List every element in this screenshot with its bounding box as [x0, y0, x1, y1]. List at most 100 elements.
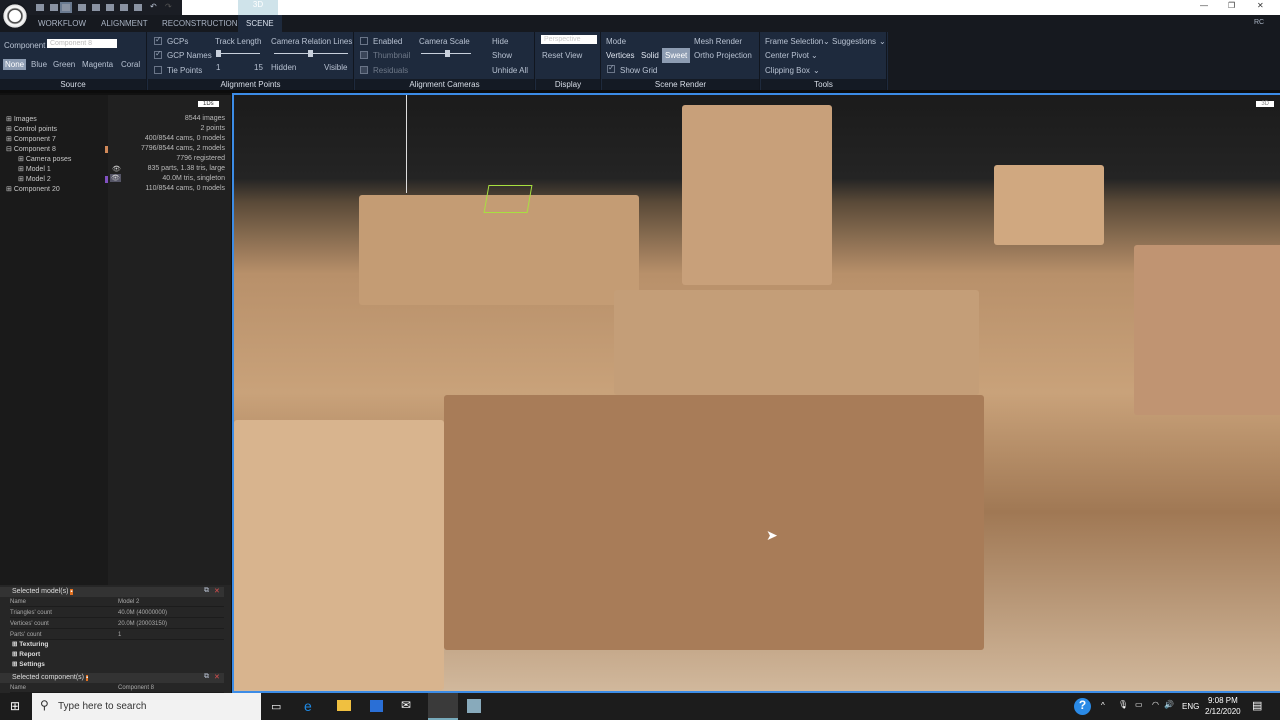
tree-value: 400/8544 cams, 0 models: [144, 135, 225, 142]
tree-mode-button[interactable]: 1Ds: [198, 101, 219, 107]
clipping-box-button[interactable]: Clipping Box: [765, 66, 810, 75]
tab-scene[interactable]: SCENE: [238, 15, 282, 32]
tie-points-checkbox[interactable]: [154, 66, 162, 74]
show-grid-checkbox[interactable]: [607, 63, 615, 73]
undock-icon[interactable]: ⧉: [204, 587, 209, 595]
mail-icon[interactable]: ✉: [401, 698, 411, 712]
layout-icon[interactable]: [60, 2, 72, 13]
layout-icon[interactable]: [50, 4, 58, 11]
battery-icon[interactable]: ▭: [1135, 700, 1143, 709]
undock-icon[interactable]: ⧉: [204, 673, 209, 681]
thumbnail-checkbox[interactable]: [360, 51, 368, 59]
quick-tab-3d[interactable]: 3D: [238, 0, 278, 15]
ribbon-filler: [888, 32, 1280, 90]
eye-icon[interactable]: 👁: [110, 174, 121, 182]
suggestions-button[interactable]: Suggestions: [832, 37, 876, 46]
tree-item-control-points[interactable]: ⊞ Control points: [6, 125, 57, 133]
selected-model-header[interactable]: Selected model(s) ▪: [0, 587, 224, 597]
redo-icon[interactable]: ↷: [165, 2, 172, 11]
windows-start-icon[interactable]: ⊞: [10, 699, 20, 713]
taskbar-search[interactable]: ⚲ Type here to search: [32, 693, 261, 720]
color-blue[interactable]: Blue: [31, 60, 47, 69]
edge-icon[interactable]: e: [304, 698, 312, 714]
layout-icon[interactable]: [120, 4, 128, 11]
projection-dropdown[interactable]: Perspective: [541, 35, 597, 44]
layout-icon[interactable]: [36, 4, 44, 11]
property-row: Triangles' count 40.0M (40000000): [10, 608, 224, 618]
chevron-up-icon[interactable]: ^: [1101, 701, 1105, 710]
alignment-cameras-section: Enabled Thumbnail Residuals Camera Scale…: [355, 32, 535, 90]
close-icon[interactable]: ✕: [214, 587, 220, 595]
microphone-icon[interactable]: 🎙: [1118, 700, 1128, 709]
chevron-down-icon[interactable]: ⌄: [879, 37, 886, 46]
gcp-names-checkbox[interactable]: [154, 49, 162, 59]
layout-icon[interactable]: [78, 4, 86, 11]
relation-lines-slider[interactable]: [274, 50, 348, 57]
show-button[interactable]: Show: [492, 51, 512, 60]
hide-button[interactable]: Hide: [492, 37, 508, 46]
eye-icon[interactable]: 👁: [112, 165, 121, 173]
color-green[interactable]: Green: [53, 60, 75, 69]
color-coral[interactable]: Coral: [121, 60, 140, 69]
settings-group[interactable]: ⊞ Settings: [12, 660, 45, 668]
ortho-projection-button[interactable]: Ortho Projection: [694, 51, 752, 60]
volume-icon[interactable]: 🔊: [1164, 700, 1174, 709]
tree-item-component-20[interactable]: ⊞ Component 20: [6, 185, 60, 193]
tree-item-camera-poses[interactable]: ⊞ Camera poses: [18, 155, 71, 163]
tab-workflow[interactable]: WORKFLOW: [38, 19, 86, 28]
texturing-group[interactable]: ⊞ Texturing: [12, 640, 48, 648]
tree-item-model-1[interactable]: ⊞ Model 1: [18, 165, 51, 173]
restore-button[interactable]: ❐: [1228, 1, 1235, 10]
app-taskbar-icon[interactable]: [467, 699, 481, 713]
gcps-checkbox[interactable]: [154, 35, 162, 45]
help-icon[interactable]: ?: [1074, 698, 1091, 715]
store-icon[interactable]: [370, 700, 383, 712]
minimize-button[interactable]: —: [1200, 1, 1208, 10]
camera-frustum: [483, 185, 533, 213]
center-pivot-button[interactable]: Center Pivot: [765, 51, 809, 60]
sweet-button[interactable]: Sweet: [662, 48, 691, 63]
color-none[interactable]: None: [3, 59, 27, 70]
frame-selection-button[interactable]: Frame Selection: [765, 37, 823, 46]
tree-item-component-8[interactable]: ⊟ Component 8: [6, 145, 56, 153]
camera-scale-slider[interactable]: [421, 50, 471, 57]
chevron-down-icon[interactable]: ⌄: [811, 51, 818, 60]
tab-alignment[interactable]: ALIGNMENT: [101, 19, 148, 28]
enabled-checkbox[interactable]: [360, 37, 368, 45]
task-view-icon[interactable]: ▭: [271, 700, 281, 713]
report-group[interactable]: ⊞ Report: [12, 650, 40, 658]
chevron-down-icon[interactable]: ⌄: [823, 37, 830, 46]
unhide-all-button[interactable]: Unhide All: [492, 66, 528, 75]
tree-item-images[interactable]: ⊞ Images: [6, 115, 37, 123]
3d-viewport[interactable]: 3D ➤: [232, 93, 1280, 693]
wifi-icon[interactable]: ◠: [1152, 700, 1159, 709]
layout-icon[interactable]: [92, 4, 100, 11]
notifications-icon[interactable]: ▤: [1252, 699, 1262, 712]
component-dropdown[interactable]: Component 8: [47, 39, 117, 48]
close-icon[interactable]: ✕: [214, 673, 220, 681]
close-button[interactable]: ✕: [1257, 1, 1264, 10]
color-magenta[interactable]: Magenta: [82, 60, 113, 69]
reset-view-button[interactable]: Reset View: [542, 51, 582, 60]
tree-item-component-7[interactable]: ⊞ Component 7: [6, 135, 56, 143]
language-indicator[interactable]: ENG: [1182, 702, 1199, 711]
layout-icon[interactable]: [134, 4, 142, 11]
clock-time[interactable]: 9:08 PM: [1208, 696, 1238, 705]
residuals-checkbox[interactable]: [360, 66, 368, 74]
clock-date[interactable]: 2/12/2020: [1205, 707, 1241, 716]
title-bar: ↶ ↷ 3D — ❐ ✕: [0, 0, 1280, 15]
tree-item-model-2[interactable]: ⊞ Model 2: [18, 175, 51, 183]
selected-component-header[interactable]: Selected component(s) ▪: [0, 673, 224, 683]
realitycapture-taskbar-icon[interactable]: [428, 693, 458, 720]
layout-icon[interactable]: [106, 4, 114, 11]
chevron-down-icon[interactable]: ⌄: [813, 66, 820, 75]
file-explorer-icon[interactable]: [337, 700, 351, 711]
solid-button[interactable]: Solid: [641, 51, 659, 60]
gcps-label: GCPs: [167, 37, 189, 46]
search-placeholder: Type here to search: [58, 701, 147, 712]
track-length-slider[interactable]: [216, 50, 260, 57]
vertices-button[interactable]: Vertices: [606, 51, 634, 60]
undo-icon[interactable]: ↶: [150, 2, 157, 11]
tab-reconstruction[interactable]: RECONSTRUCTION: [162, 19, 238, 28]
section-title: Source: [0, 79, 146, 90]
